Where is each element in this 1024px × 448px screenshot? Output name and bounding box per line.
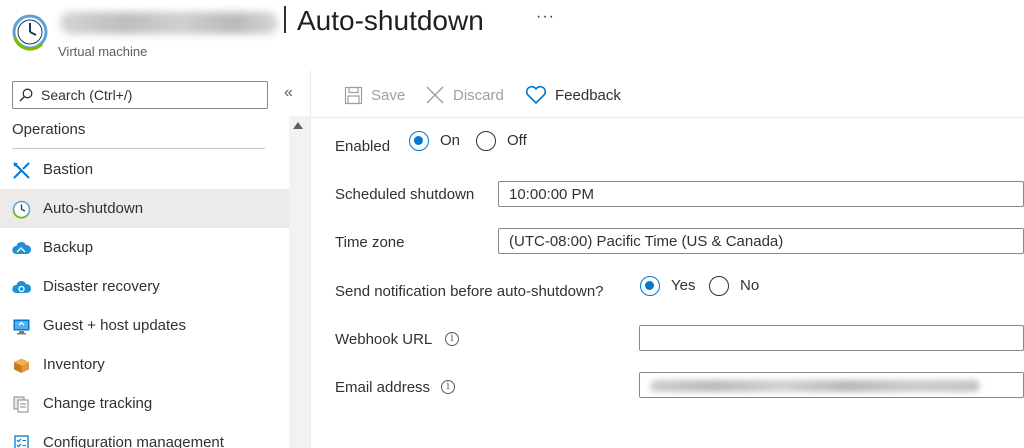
sidebar-item-configuration-management[interactable]: Configuration management <box>0 423 289 448</box>
save-icon <box>344 86 363 104</box>
enabled-on-radio[interactable] <box>409 131 429 151</box>
resource-type: Virtual machine <box>58 44 148 59</box>
menu-search-box[interactable] <box>12 81 268 109</box>
enabled-on-label: On <box>440 132 461 149</box>
sidebar-item-label: Disaster recovery <box>43 278 160 295</box>
sidebar-item-backup[interactable]: Backup <box>0 228 289 267</box>
enabled-label: Enabled <box>335 138 391 155</box>
time-zone-label: Time zone <box>335 234 405 251</box>
save-button[interactable]: Save <box>344 82 405 108</box>
inventory-boxes-icon <box>14 358 29 373</box>
command-bar: Save Discard Feedback <box>311 70 1024 118</box>
scroll-up-arrow-icon[interactable] <box>293 122 303 129</box>
sidebar-item-label: Change tracking <box>43 395 153 412</box>
notify-no-radio[interactable] <box>709 276 729 296</box>
backup-cloud-icon <box>12 241 31 254</box>
menu-items: Bastion Auto-shutdown Backup Disaster re… <box>0 150 289 448</box>
scheduled-shutdown-label: Scheduled shutdown <box>335 186 475 203</box>
webhook-url-input[interactable] <box>639 325 1024 351</box>
time-zone-select[interactable]: (UTC-08:00) Pacific Time (US & Canada) <box>498 228 1024 254</box>
sidebar-item-label: Inventory <box>43 356 105 373</box>
discard-button[interactable]: Discard <box>425 82 504 108</box>
sidebar-item-change-tracking[interactable]: Change tracking <box>0 384 289 423</box>
sidebar-item-label: Bastion <box>43 161 94 178</box>
sidebar-item-bastion[interactable]: Bastion <box>0 150 289 189</box>
pane-divider <box>310 70 311 448</box>
feedback-label: Feedback <box>555 86 621 104</box>
menu-search-input[interactable] <box>41 85 261 105</box>
clock-icon <box>12 200 31 219</box>
sidebar-item-label: Guest + host updates <box>43 317 187 334</box>
search-icon <box>19 88 33 102</box>
save-label: Save <box>371 86 406 104</box>
more-options-button[interactable]: ··· <box>536 8 555 26</box>
menu-scrollbar[interactable] <box>289 116 310 448</box>
info-icon[interactable]: i <box>441 380 455 394</box>
page-title: Auto-shutdown <box>284 5 484 37</box>
configuration-icon <box>14 435 29 448</box>
discard-label: Discard <box>453 86 504 104</box>
sidebar-item-disaster-recovery[interactable]: Disaster recovery <box>0 267 289 306</box>
email-address-label: Email address <box>335 379 431 396</box>
sidebar-item-auto-shutdown[interactable]: Auto-shutdown <box>0 189 289 228</box>
sidebar-item-guest-host-updates[interactable]: Guest + host updates <box>0 306 289 345</box>
feedback-button[interactable]: Feedback <box>525 82 621 108</box>
send-notification-label: Send notification before auto-shutdown? <box>335 283 604 300</box>
notify-yes-label: Yes <box>671 277 696 294</box>
sidebar-item-label: Backup <box>43 239 94 256</box>
title-separator <box>284 6 286 33</box>
enabled-off-label: Off <box>507 132 527 149</box>
collapse-menu-button[interactable]: « <box>284 84 293 102</box>
close-icon <box>426 86 444 104</box>
notify-no-label: No <box>740 277 760 294</box>
resource-name: devfarkd35dbf1-1 <box>58 6 280 40</box>
email-address-input[interactable] <box>639 372 1024 398</box>
sidebar-item-inventory[interactable]: Inventory <box>0 345 289 384</box>
resource-menu: « Operations Bastion Auto-shutdown <box>0 70 310 448</box>
info-icon[interactable]: i <box>445 332 459 346</box>
notify-yes-radio[interactable] <box>640 276 660 296</box>
command-bar-divider <box>311 117 1024 118</box>
time-zone-value: (UTC-08:00) Pacific Time (US & Canada) <box>509 233 784 250</box>
page-title-text: Auto-shutdown <box>297 5 484 36</box>
bastion-icon <box>13 162 30 179</box>
blade-header: devfarkd35dbf1-1 Auto-shutdown ··· Virtu… <box>0 0 1024 70</box>
webhook-url-label: Webhook URL <box>335 331 433 348</box>
change-tracking-icon <box>13 396 29 413</box>
disaster-recovery-cloud-icon <box>12 280 31 293</box>
clock-icon <box>12 14 48 51</box>
enabled-off-radio[interactable] <box>476 131 496 151</box>
menu-section-title: Operations <box>12 121 86 138</box>
scheduled-shutdown-field[interactable]: 10:00:00 PM <box>498 181 1024 207</box>
section-divider <box>12 148 265 149</box>
redacted-resource-name <box>60 12 278 34</box>
sidebar-item-label: Auto-shutdown <box>43 200 144 217</box>
updates-monitor-icon <box>13 319 30 335</box>
email-address-text[interactable] <box>648 376 1018 394</box>
heart-icon <box>525 85 547 104</box>
scheduled-shutdown-value: 10:00:00 PM <box>509 186 595 203</box>
sidebar-item-label: Configuration management <box>43 434 224 448</box>
